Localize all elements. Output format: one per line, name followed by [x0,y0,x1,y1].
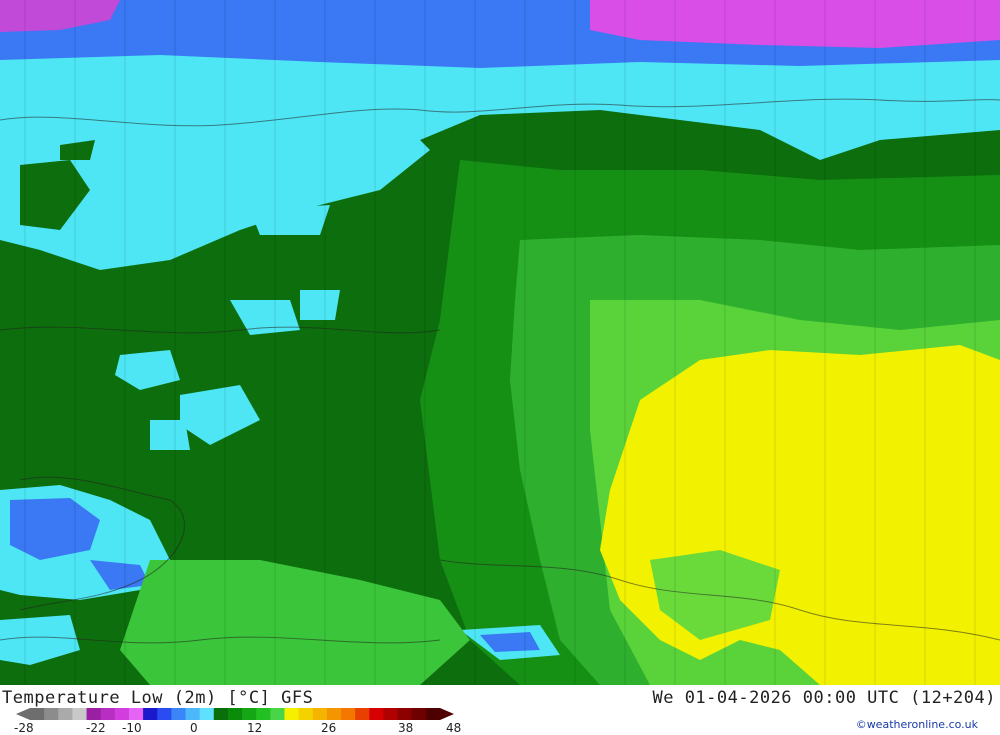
scale-swatch [355,708,370,720]
scale-swatch [270,708,285,720]
scale-swatch [242,708,257,720]
credit-link[interactable]: ©weatheronline.co.uk [856,718,978,731]
scale-swatch [185,708,201,720]
scale-swatch [128,708,144,720]
scale-swatch [411,708,427,720]
scale-swatch [157,708,172,720]
scale-swatch [30,708,45,720]
scale-swatch [298,708,314,720]
scale-swatch [369,708,384,720]
scale-swatch [86,708,102,720]
scale-swatch [44,708,59,720]
scale-swatch [100,708,116,720]
cyan-patch-5 [150,420,190,450]
color-scale-legend: -28 -22 -10 0 12 26 38 48 [0,705,470,735]
scale-swatch [72,708,88,720]
scale-swatch [397,708,413,720]
scale-swatch [256,708,271,720]
scale-swatch [213,708,229,720]
scale-swatch [227,708,243,720]
map-datetime: We 01-04-2026 00:00 UTC (12+204) [652,688,996,708]
scale-arrow-left [16,708,30,720]
scale-swatch [425,708,441,720]
scale-swatch [284,708,300,720]
scale-swatch [143,708,158,720]
scale-swatch [326,708,342,720]
scale-swatch [383,708,399,720]
yellow-warm-region [600,345,1000,685]
cyan-patch-4 [300,290,340,320]
scale-swatch [199,708,215,720]
temperature-map [0,0,1000,685]
scale-swatch [341,708,356,720]
scale-swatch [114,708,130,720]
scale-arrow-right [440,708,454,720]
scale-swatch [312,708,328,720]
scale-swatch [58,708,73,720]
scale-swatch [171,708,187,720]
cyan-patch-6 [250,205,330,235]
footer: Temperature Low (2m) [°C] GFS We 01-04-2… [0,685,1000,735]
color-scale-bar [16,708,454,720]
